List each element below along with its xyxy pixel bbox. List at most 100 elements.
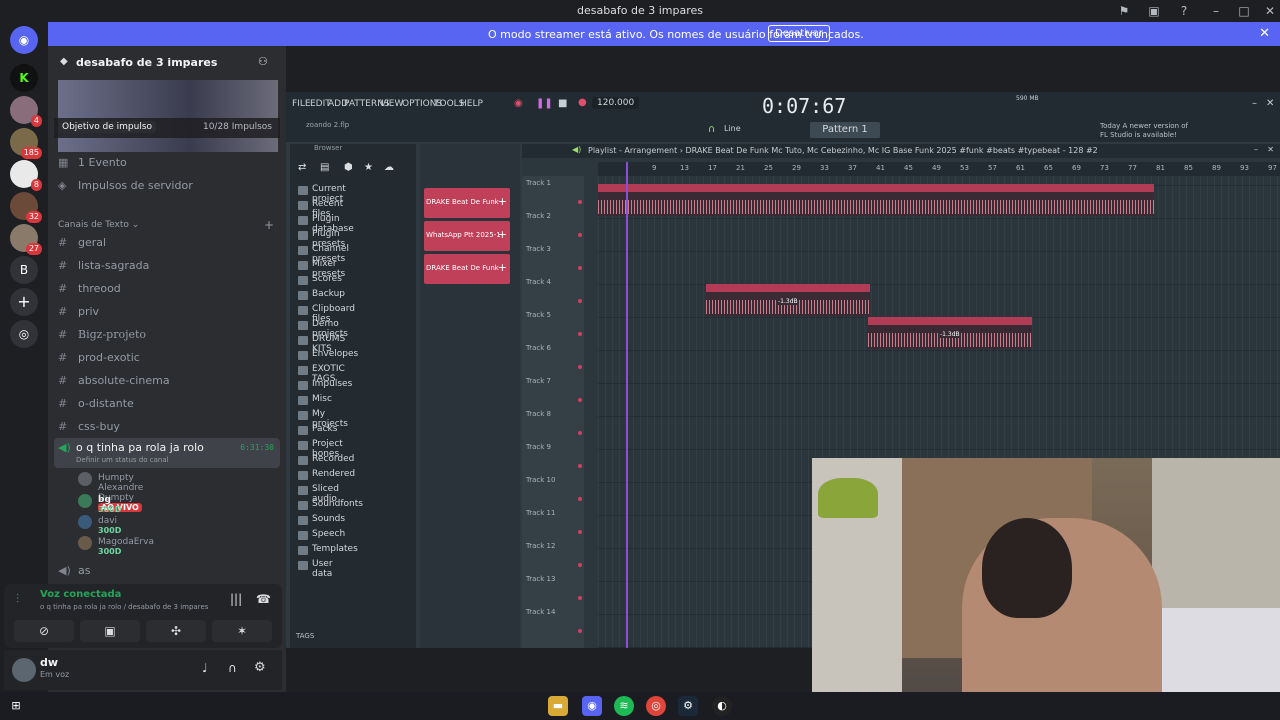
avatar[interactable] [12,658,36,682]
track-label[interactable]: Track 7 [526,377,551,385]
channel-item[interactable]: # priv [58,301,278,323]
close-icon[interactable]: ✕ [1267,145,1274,154]
track-label[interactable]: Track 3 [526,245,551,253]
channel-item[interactable]: # prod-exotic [58,347,278,369]
track-label[interactable]: Track 6 [526,344,551,352]
channel-item[interactable]: # geral [58,232,278,254]
category-header[interactable]: Canais de Texto ⌄ [58,220,139,230]
track-mute-indicator[interactable] [578,200,582,204]
track-label[interactable]: Track 12 [526,542,555,550]
camera-off-button[interactable]: ⊘ [14,620,74,642]
track-mute-indicator[interactable] [578,530,582,534]
screen-share-button[interactable]: ▣ [80,620,140,642]
playhead[interactable] [626,162,628,648]
rack-channel[interactable]: WhatsApp Ptt 2025-1 + [424,221,510,251]
track-label[interactable]: Track 10 [526,476,555,484]
audio-clip[interactable]: DRAKE Beat De Funk Mc Tuto, Mc Cebezinho… [598,184,1154,216]
server-b-icon[interactable]: B [10,256,38,284]
track-label[interactable]: Track 11 [526,509,555,517]
track-label[interactable]: Track 1 [526,179,551,187]
track-mute-indicator[interactable] [578,563,582,567]
record-icon[interactable]: ● [578,97,587,108]
screen-icon[interactable]: ▣ [1146,3,1162,19]
headphones-icon[interactable]: ∩ [228,661,237,675]
help-icon[interactable]: ? [1176,3,1192,19]
track-label[interactable]: Track 9 [526,443,551,451]
audio-clip[interactable]: WhatsApp Ptt 2025-12-25 at 17.42.17 -1.3… [868,317,1032,349]
menu-help[interactable]: HELP [460,99,483,109]
track-mute-indicator[interactable] [578,464,582,468]
invite-icon[interactable]: ⚇ [258,55,268,68]
discover-icon[interactable]: ◎ [10,320,38,348]
track-label[interactable]: Track 8 [526,410,551,418]
server-icon[interactable]: 32 [10,192,42,223]
snap-icon[interactable]: ∩ [708,124,715,135]
minimize-icon[interactable]: – [1254,145,1258,154]
voice-channel-item[interactable]: ◀) as [58,560,278,582]
add-icon[interactable]: + [498,261,507,274]
server-boosts-item[interactable]: ◈ Impulsos de servidor [58,175,278,197]
discord-icon[interactable]: ◉ [582,696,602,716]
track-label[interactable]: Track 5 [526,311,551,319]
timeline-ruler[interactable]: 9 13 17 21 25 29 33 37 41 45 49 53 57 61 65 69 73 77 81 85 8… [598,162,1280,176]
audio-clip[interactable]: WhatsApp Ptt 2025-12-25 at 17.42.17 -1.3… [706,284,870,316]
server-icon[interactable]: 8 [10,160,42,191]
inbox-icon[interactable]: ⚑ [1116,3,1132,19]
gear-icon[interactable]: ⚙ [254,660,266,675]
server-icon[interactable]: 27 [10,224,42,255]
track-mute-indicator[interactable] [578,497,582,501]
steam-icon[interactable]: ⚙ [678,696,698,716]
track-mute-indicator[interactable] [578,299,582,303]
rack-channel[interactable]: DRAKE Beat De Funk + [424,254,510,284]
minimize-icon[interactable]: – [1208,3,1224,19]
server-k-icon[interactable]: K [10,64,38,92]
track-label[interactable]: Track 14 [526,608,555,616]
song-mode-icon[interactable]: ◉ [514,98,523,109]
close-window-icon[interactable]: ✕ [1262,3,1278,19]
start-icon[interactable]: ⊞ [6,696,26,716]
channel-item[interactable]: # threood [58,278,278,300]
rack-channel[interactable]: DRAKE Beat De Funk + [424,188,510,218]
track-label[interactable]: Track 13 [526,575,555,583]
obs-icon[interactable]: ◐ [712,696,732,716]
line-mode[interactable]: Line [724,124,741,133]
disable-streamer-button[interactable]: Desativar [768,25,831,42]
server-header[interactable]: ◆ desabafo de 3 impares ⌄ ⚇ [48,46,286,80]
close-icon[interactable]: ✕ [1266,98,1274,109]
boost-goal[interactable]: Objetivo de impulso 10/28 Impulsos [54,118,280,138]
noise-suppression-icon[interactable]: ||| [230,592,242,606]
channel-item[interactable]: # o-distante [58,393,278,415]
microphone-icon[interactable]: ♩ [202,661,208,675]
chrome-icon[interactable]: ◎ [646,696,666,716]
file-explorer-icon[interactable]: ▬ [548,696,568,716]
channel-item[interactable]: # absolute-cinema [58,370,278,392]
channel-item[interactable]: # Bigz-projeto [58,324,278,346]
minimize-icon[interactable]: – [1252,98,1257,109]
track-label[interactable]: Track 4 [526,278,551,286]
server-icon[interactable]: 185 [10,128,42,159]
spotify-icon[interactable]: ≋ [614,696,634,716]
voice-channel-status[interactable]: Definir um status do canal [76,456,169,464]
disconnect-icon[interactable]: ☎ [256,592,271,606]
tempo-display[interactable]: 120.000 [592,97,640,109]
direct-messages-icon[interactable]: ◉ [10,26,38,54]
pattern-selector[interactable]: Pattern 1 [810,122,880,138]
voice-channel-active[interactable]: ◀) o q tinha pa rola ja rolo 6:31:30 Def… [54,438,280,468]
add-icon[interactable]: + [498,228,507,241]
new-version-notice[interactable]: Today A newer version of FL Studio is ava… [1100,122,1188,140]
play-icon[interactable]: ❚❚ [536,98,553,109]
close-banner-icon[interactable]: ✕ [1259,26,1270,41]
track-mute-indicator[interactable] [578,332,582,336]
track-mute-indicator[interactable] [578,629,582,633]
stop-icon[interactable]: ■ [558,98,567,109]
add-icon[interactable]: + [498,195,507,208]
track-mute-indicator[interactable] [578,431,582,435]
server-icon[interactable]: 4 [10,96,42,127]
track-mute-indicator[interactable] [578,233,582,237]
add-server-icon[interactable]: + [10,288,38,316]
tags-label[interactable]: TAGS [296,632,314,640]
track-mute-indicator[interactable] [578,596,582,600]
add-channel-icon[interactable]: + [264,218,274,232]
voice-location[interactable]: o q tinha pa rola ja rolo / desabafo de … [40,603,208,611]
track-mute-indicator[interactable] [578,398,582,402]
